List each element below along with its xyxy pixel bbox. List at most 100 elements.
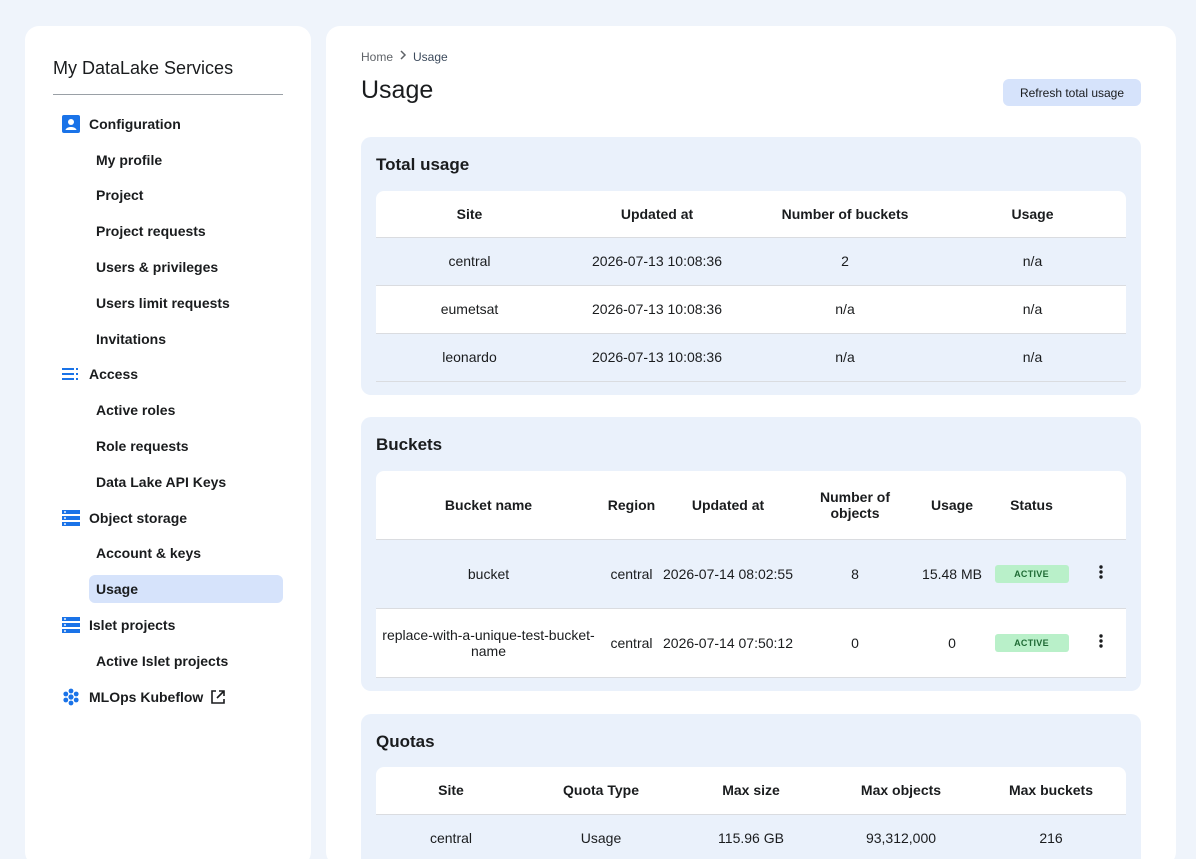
- nav-section-configuration[interactable]: Configuration: [53, 106, 283, 142]
- nav-item-invitations[interactable]: Invitations: [53, 321, 283, 357]
- card-title: Buckets: [376, 435, 443, 454]
- table-cell: 2: [751, 237, 939, 286]
- open-in-new-icon[interactable]: [211, 689, 226, 704]
- nav-item-label: Data Lake API Keys: [96, 473, 227, 490]
- hub-icon: [61, 687, 81, 707]
- nav-section-object-storage[interactable]: Object storage: [53, 500, 283, 536]
- nav-section-mlops-kubeflow[interactable]: MLOps Kubeflow: [53, 679, 283, 715]
- nav-item-label: My profile: [96, 151, 163, 168]
- sidebar: My DataLake Services Configuration My pr…: [25, 26, 311, 859]
- table-cell: n/a: [939, 237, 1126, 286]
- total-usage-card: Total usage Site Updated at Number of bu…: [361, 137, 1141, 395]
- nav-item-users-limit-requests[interactable]: Users limit requests: [53, 285, 283, 321]
- column-header: Number of objects: [794, 471, 916, 540]
- table-cell: replace-with-a-unique-test-bucket-name: [376, 608, 601, 678]
- table-cell: 2026-07-14 07:50:12: [662, 608, 794, 678]
- table-cell: 2026-07-13 10:08:36: [563, 285, 751, 334]
- nav-item-label: Account & keys: [96, 545, 202, 562]
- nav-item-project-requests[interactable]: Project requests: [53, 213, 283, 249]
- column-header: Updated at: [662, 471, 794, 540]
- sidebar-nav: Configuration My profile Project Project…: [53, 106, 283, 715]
- table-cell: 2026-07-13 10:08:36: [563, 237, 751, 286]
- table-cell: n/a: [939, 285, 1126, 334]
- card-title: Quotas: [376, 732, 435, 751]
- table-cell: 2026-07-13 10:08:36: [563, 333, 751, 382]
- nav-item-data-lake-api-keys[interactable]: Data Lake API Keys: [53, 464, 283, 500]
- nav-item-users-privileges[interactable]: Users & privileges: [53, 249, 283, 285]
- table-row: eumetsat 2026-07-13 10:08:36 n/a n/a: [376, 285, 1126, 334]
- nav-section-label: MLOps Kubeflow: [89, 688, 204, 705]
- nav-item-label: Usage: [96, 581, 139, 598]
- table-row: bucket central 2026-07-14 08:02:55 8 15.…: [376, 539, 1126, 609]
- quotas-table: Site Quota Type Max size Max objects Max…: [376, 767, 1126, 859]
- table-cell: 8: [794, 539, 916, 609]
- sidebar-title: My DataLake Services: [53, 58, 234, 78]
- storage-icon: [61, 615, 81, 635]
- quotas-card: Quotas Site Quota Type Max size Max obje…: [361, 714, 1141, 859]
- column-header: Updated at: [563, 191, 751, 238]
- nav-item-project[interactable]: Project: [53, 178, 283, 214]
- nav-section-label: Islet projects: [89, 617, 176, 634]
- column-header: Region: [601, 471, 662, 540]
- table-cell: [1075, 608, 1126, 678]
- table-header-row: Bucket name Region Updated at Number of …: [376, 471, 1126, 540]
- table-cell: central: [376, 237, 563, 286]
- nav-item-label: Users & privileges: [96, 259, 219, 276]
- nav-section-islet-projects[interactable]: Islet projects: [53, 607, 283, 643]
- column-header: Max objects: [826, 767, 976, 815]
- list-icon: [61, 364, 81, 384]
- table-row: central 2026-07-13 10:08:36 2 n/a: [376, 237, 1126, 286]
- table-row: replace-with-a-unique-test-bucket-name c…: [376, 608, 1126, 678]
- table-cell: 93,312,000: [826, 814, 976, 859]
- column-header: Bucket name: [376, 471, 601, 540]
- status-badge: ACTIVE: [994, 634, 1069, 652]
- status-badge: ACTIVE: [994, 565, 1069, 583]
- column-header: Usage: [916, 471, 988, 540]
- nav-item-usage[interactable]: Usage: [53, 571, 283, 607]
- table-cell: [1075, 539, 1126, 609]
- table-cell: leonardo: [376, 333, 563, 382]
- nav-item-account-keys[interactable]: Account & keys: [53, 536, 283, 572]
- nav-section-label: Object storage: [89, 509, 188, 526]
- table-row: leonardo 2026-07-13 10:08:36 n/a n/a: [376, 333, 1126, 382]
- table-cell: central: [601, 539, 662, 609]
- column-header: Status: [988, 471, 1075, 540]
- table-cell: 115.96 GB: [676, 814, 826, 859]
- nav-item-active-roles[interactable]: Active roles: [53, 392, 283, 428]
- nav-item-label: Users limit requests: [96, 294, 230, 311]
- table-cell: ACTIVE: [988, 608, 1075, 678]
- nav-item-label: Active roles: [96, 402, 176, 419]
- nav-item-my-profile[interactable]: My profile: [53, 142, 283, 178]
- table-cell: n/a: [751, 285, 939, 334]
- table-cell: ACTIVE: [988, 539, 1075, 609]
- column-header: Site: [376, 767, 526, 815]
- breadcrumb-home[interactable]: Home: [361, 50, 393, 64]
- nav-section-label: Access: [89, 366, 139, 383]
- column-header: Max buckets: [976, 767, 1126, 815]
- nav-item-label: Project requests: [96, 223, 206, 240]
- more-vert-icon[interactable]: [1098, 565, 1103, 579]
- refresh-total-usage-button[interactable]: Refresh total usage: [1003, 79, 1141, 106]
- column-header: Number of buckets: [751, 191, 939, 238]
- storage-icon: [61, 508, 81, 528]
- nav-section-access[interactable]: Access: [53, 357, 283, 393]
- table-cell: 2026-07-14 08:02:55: [662, 539, 794, 609]
- total-usage-table: Site Updated at Number of buckets Usage …: [376, 191, 1126, 382]
- more-vert-icon[interactable]: [1098, 634, 1103, 648]
- table-cell: 216: [976, 814, 1126, 859]
- nav-item-role-requests[interactable]: Role requests: [53, 428, 283, 464]
- main-panel: Home Usage Usage Refresh total usage Tot…: [326, 26, 1176, 859]
- nav-item-label: Invitations: [96, 330, 167, 347]
- column-header-actions: [1075, 471, 1126, 540]
- sidebar-divider: [53, 94, 283, 95]
- table-cell: Usage: [526, 814, 676, 859]
- nav-item-active-islet-projects[interactable]: Active Islet projects: [53, 643, 283, 679]
- column-header: Site: [376, 191, 563, 238]
- breadcrumb: Home Usage: [361, 49, 448, 64]
- table-cell: central: [376, 814, 526, 859]
- table-header-row: Site Quota Type Max size Max objects Max…: [376, 767, 1126, 815]
- nav-section-label: Configuration: [89, 115, 181, 132]
- nav-item-label: Project: [96, 187, 144, 204]
- column-header: Quota Type: [526, 767, 676, 815]
- account-box-icon: [61, 114, 81, 134]
